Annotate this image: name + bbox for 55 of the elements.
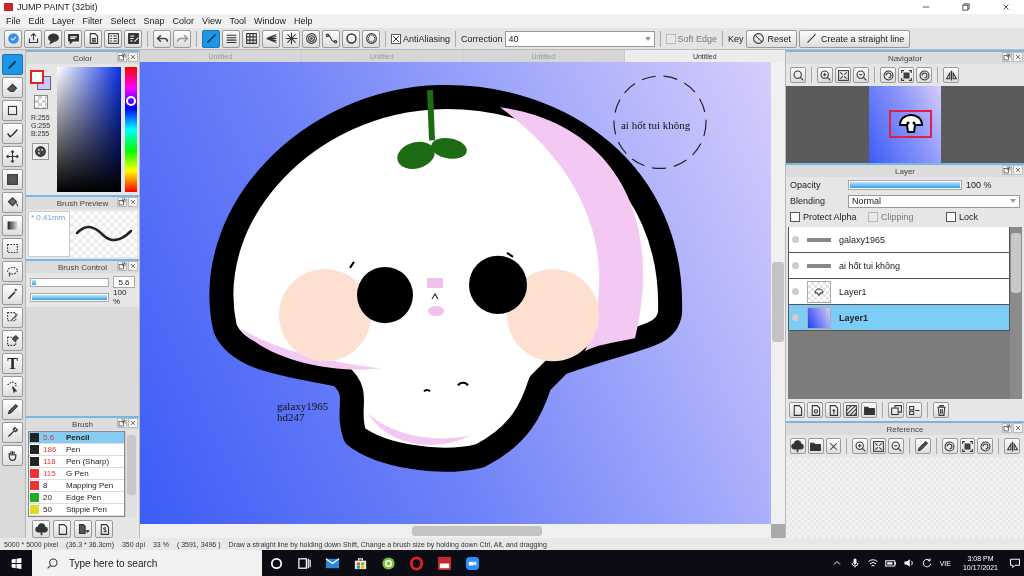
search-field[interactable]: Type here to search bbox=[69, 557, 249, 569]
dropdown-value: 40 bbox=[508, 33, 519, 44]
dropdown-value: Normal bbox=[852, 196, 881, 206]
panel-title: Brush Control bbox=[58, 262, 107, 272]
reset-button[interactable]: Reset bbox=[745, 29, 798, 48]
slider-value: 100 % bbox=[113, 291, 128, 303]
panel-title: Color bbox=[72, 53, 93, 63]
checkbox-label: Clipping bbox=[881, 212, 914, 222]
slider-value: 5.6 bbox=[113, 276, 135, 288]
menu-item[interactable]: File bbox=[3, 16, 24, 26]
menu-item[interactable]: Edit bbox=[25, 16, 48, 26]
menu-item[interactable]: Window bbox=[251, 16, 289, 26]
canvas-text: galaxy1965 bbox=[277, 399, 329, 412]
menu-item[interactable]: View bbox=[199, 16, 225, 26]
field-label: Key bbox=[728, 33, 744, 44]
menu-item[interactable]: Color bbox=[169, 16, 198, 26]
slider-value: 100 % bbox=[966, 180, 993, 190]
panel-title: Navigator bbox=[887, 53, 923, 63]
layer-row[interactable]: Layer1 bbox=[788, 279, 1010, 305]
brush-size-text: * 0.41mm bbox=[28, 211, 70, 257]
brush-list-item[interactable]: 118 Pen (Sharp) bbox=[29, 456, 124, 468]
menu-item[interactable]: Snap bbox=[140, 16, 168, 26]
field-label: Correction bbox=[461, 33, 503, 44]
brush-list-item[interactable]: 115 G Pen bbox=[29, 468, 124, 480]
brush-list-item[interactable]: 186 Pen bbox=[29, 444, 124, 456]
field-label: Blending bbox=[790, 196, 827, 206]
search-bar[interactable]: Type here to search bbox=[32, 550, 262, 576]
layer-row[interactable]: ai hốt tui không bbox=[788, 253, 1010, 279]
canvas-text: hd247 bbox=[277, 410, 305, 423]
brush-list-item[interactable]: 20 Edge Pen bbox=[29, 492, 124, 504]
menu-item[interactable]: Filter bbox=[79, 16, 106, 26]
blending-dropdown[interactable]: Normal bbox=[848, 194, 1020, 208]
brush-list-item[interactable]: 5.6 Pencil bbox=[29, 432, 124, 444]
checkbox-label: AntiAliasing bbox=[403, 33, 451, 44]
layer-row[interactable]: Layer1 bbox=[788, 305, 1010, 331]
layer-row[interactable]: galaxy1965 bbox=[788, 227, 1010, 253]
brush-list-item[interactable]: 8 Mapping Pen bbox=[29, 480, 124, 492]
correction-dropdown[interactable]: 40 bbox=[504, 30, 655, 47]
checkbox-label: Lock bbox=[959, 212, 978, 222]
menu-item[interactable]: Select bbox=[107, 16, 139, 26]
window-title: JUMP PAINT (32bit) bbox=[17, 2, 99, 12]
straight-line-button[interactable]: Create a straight line bbox=[799, 29, 911, 48]
checkbox-label: Protect Alpha bbox=[803, 212, 857, 222]
checkbox-label: Soft Edge bbox=[677, 33, 718, 44]
tool-button[interactable]: T bbox=[2, 353, 23, 374]
panel-title: Reference bbox=[886, 424, 924, 434]
menu-item[interactable]: Layer bbox=[49, 16, 78, 26]
panel-title: Brush bbox=[72, 419, 93, 429]
canvas-text: ai hốt tui không bbox=[621, 119, 691, 132]
panel-title: Layer bbox=[895, 166, 915, 176]
panel-title: Brush Preview bbox=[56, 198, 109, 208]
brush-list-item[interactable]: 50 Stipple Pen bbox=[29, 504, 124, 516]
menu-item[interactable]: Help bbox=[291, 16, 316, 26]
field-label: Opacity bbox=[790, 180, 822, 190]
menu-item[interactable]: Tool bbox=[226, 16, 249, 26]
